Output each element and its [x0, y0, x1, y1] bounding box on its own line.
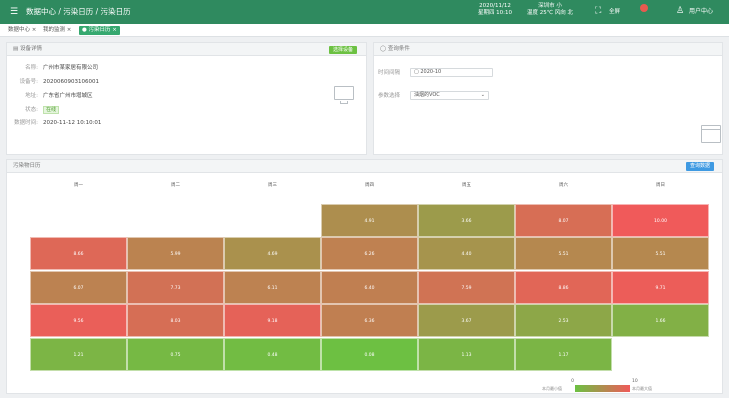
- select-device-button[interactable]: 选择设备: [328, 46, 357, 54]
- legend-gradient-bar[interactable]: [575, 385, 630, 392]
- heatmap-cell[interactable]: 1.66: [612, 304, 709, 338]
- heatmap-cell[interactable]: 9.71: [612, 270, 709, 304]
- heatmap-cell[interactable]: 8.86: [515, 270, 612, 304]
- heatmap-cell[interactable]: 10.00: [612, 204, 709, 237]
- query-panel-header: ◯ 查询条件: [374, 43, 722, 56]
- heatmap-cell[interactable]: 4.69: [224, 237, 321, 271]
- heatmap-cell[interactable]: 0.48: [224, 337, 321, 371]
- device-name-row: 名称: 广州市某家居有限公司: [25, 65, 99, 71]
- tab-pollution-calendar[interactable]: ● 污染日历 ×: [79, 26, 120, 35]
- weekday-label: 周二: [171, 183, 180, 188]
- query-data-button[interactable]: 查询数据: [685, 162, 714, 171]
- heatmap-cell[interactable]: 6.11: [224, 270, 321, 304]
- heatmap-cell[interactable]: 5.51: [515, 237, 612, 271]
- heatmap-cell[interactable]: 6.40: [321, 270, 418, 304]
- heatmap-cell[interactable]: 8.66: [30, 237, 127, 271]
- heatmap-cell[interactable]: 6.36: [321, 304, 418, 338]
- calendar-icon: [701, 125, 721, 143]
- heatmap-cell[interactable]: 1.13: [418, 337, 515, 371]
- heatmap-cell[interactable]: 5.99: [127, 237, 224, 271]
- top-header: ☰ 数据中心 / 污染日历 / 污染日历 2020/11/12 星期四 10:1…: [0, 0, 729, 24]
- heatmap-cell[interactable]: 4.40: [418, 237, 515, 271]
- device-status-row: 状态: 在线: [8, 106, 60, 114]
- heatmap-cell[interactable]: 9.18: [224, 304, 321, 338]
- legend-max-value: 10: [632, 379, 638, 384]
- legend-min-value: 0: [571, 379, 574, 384]
- status-badge: 在线: [43, 106, 60, 114]
- menu-icon[interactable]: ☰: [10, 7, 18, 17]
- heatmap-cell[interactable]: 2.53: [515, 304, 612, 338]
- heatmap-cell[interactable]: 7.73: [127, 270, 224, 304]
- param-select[interactable]: 油烟的VOC ⌄: [410, 91, 489, 100]
- breadcrumb: 数据中心 / 污染日历 / 污染日历: [26, 7, 131, 16]
- monitor-stand-icon: [340, 101, 348, 104]
- city-text: 深圳市 小: [538, 3, 562, 9]
- fullscreen-label[interactable]: 全屏: [609, 9, 620, 16]
- tab-data-center[interactable]: 数据中心 ×: [5, 26, 39, 35]
- heatmap-cell[interactable]: 0.08: [321, 337, 418, 371]
- heatmap-cell[interactable]: 3.67: [418, 304, 515, 338]
- device-id-row: 设备号: 2020060903106001: [19, 79, 99, 85]
- heatmap-cell[interactable]: 8.07: [515, 204, 612, 237]
- legend-max-caption: 本月最大值: [632, 386, 652, 391]
- data-time-row: 数据时间: 2020-11-12 10:10:01: [14, 120, 102, 126]
- time-interval-label: 时间间隔: [378, 70, 401, 76]
- time-interval-input[interactable]: ▢ 2020-10: [410, 68, 493, 77]
- weekday-label: 周一: [74, 183, 83, 188]
- heatmap-cell[interactable]: 7.59: [418, 270, 515, 304]
- tab-my-monitor[interactable]: 我的监测 ×: [40, 26, 74, 35]
- device-panel-title: ▤ 设备详情: [13, 46, 42, 52]
- heatmap-cell[interactable]: 3.66: [418, 204, 515, 237]
- weather-text: 温度 25℃ 风向 北: [527, 10, 573, 16]
- heatmap-cell[interactable]: 8.03: [127, 304, 224, 338]
- weekday-label: 周六: [559, 183, 568, 188]
- weather-info: 深圳市 小 温度 25℃ 风向 北: [526, 3, 574, 17]
- query-panel-title: ◯ 查询条件: [380, 46, 410, 52]
- user-center-link[interactable]: 用户中心: [689, 8, 713, 16]
- heatmap-cell[interactable]: 0.75: [127, 337, 224, 371]
- date-text: 2020/11/12: [479, 3, 511, 9]
- param-select-label: 参数选择: [378, 93, 401, 99]
- heatmap-cell[interactable]: 5.51: [612, 237, 709, 271]
- monitor-icon: [334, 86, 354, 100]
- heatmap-cell[interactable]: 1.21: [30, 337, 127, 371]
- weekday-time-text: 星期四 10:10: [477, 10, 513, 16]
- heatmap-cell[interactable]: 6.26: [321, 237, 418, 271]
- device-address-row: 地址: 广东省广州市增城区: [25, 93, 93, 99]
- chevron-down-icon: ⌄: [480, 92, 485, 98]
- calendar-panel-title: 污染物日历: [13, 163, 41, 169]
- weekday-label: 周五: [462, 183, 471, 188]
- user-icon[interactable]: ♙: [676, 6, 684, 16]
- weekday-label: 周三: [268, 183, 277, 188]
- weekday-label: 周四: [365, 183, 374, 188]
- heatmap-cell[interactable]: 4.91: [321, 204, 418, 237]
- weekday-label: 周日: [656, 183, 665, 188]
- notification-badge-icon[interactable]: [640, 4, 648, 12]
- fullscreen-icon[interactable]: ⛶: [595, 6, 601, 16]
- tab-bar: 数据中心 × 我的监测 × ● 污染日历 ×: [0, 24, 729, 37]
- heatmap-cell[interactable]: 9.56: [30, 304, 127, 338]
- device-panel-header: ▤ 设备详情 选择设备: [7, 43, 366, 56]
- calendar-panel-header: 污染物日历 查询数据: [7, 160, 722, 173]
- heatmap-cell[interactable]: 6.07: [30, 270, 127, 304]
- date-time: 2020/11/12 星期四 10:10: [474, 3, 516, 17]
- legend-min-caption: 本月最小值: [542, 386, 562, 391]
- heatmap-cell[interactable]: 1.17: [515, 337, 612, 371]
